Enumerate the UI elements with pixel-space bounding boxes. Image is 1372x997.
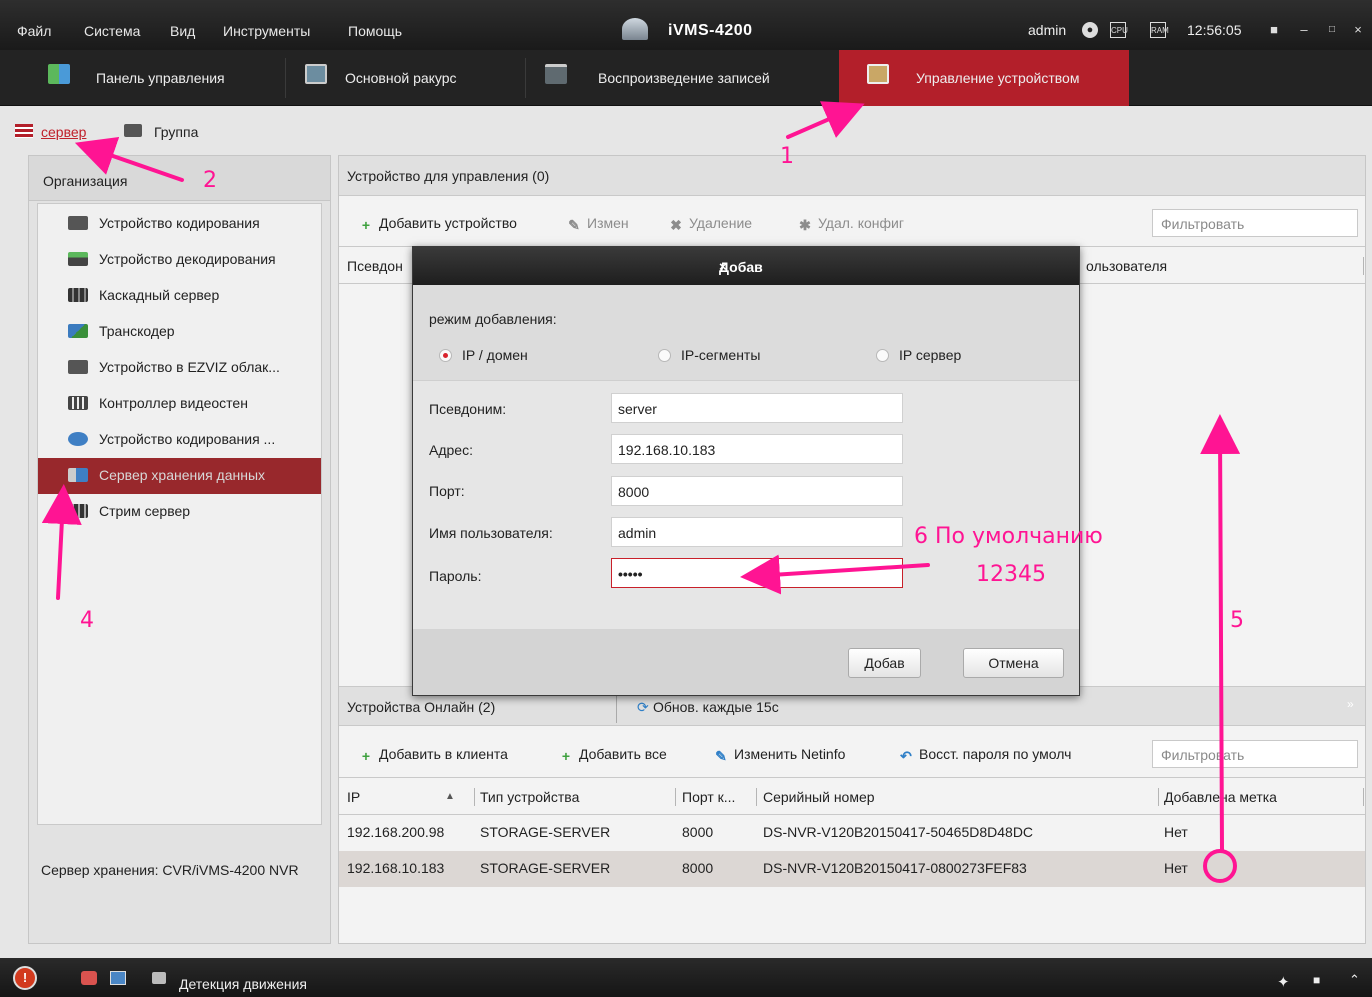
arrow-6 [740,554,930,595]
arrow-4 [41,484,82,600]
arrow-1 [786,101,865,139]
annotation-1: 1 [780,144,794,169]
annotation-arrows [41,101,1241,883]
arrow-2 [74,136,184,182]
annotation-2: 2 [203,168,217,193]
annotation-6: 6 По умолчанию [914,524,1103,549]
marker-circle [1203,849,1237,883]
arrow-5 [1200,414,1241,852]
annotation-4: 4 [80,608,94,633]
annotation-6-default-password: 12345 [976,562,1046,587]
annotation-5: 5 [1230,608,1244,633]
